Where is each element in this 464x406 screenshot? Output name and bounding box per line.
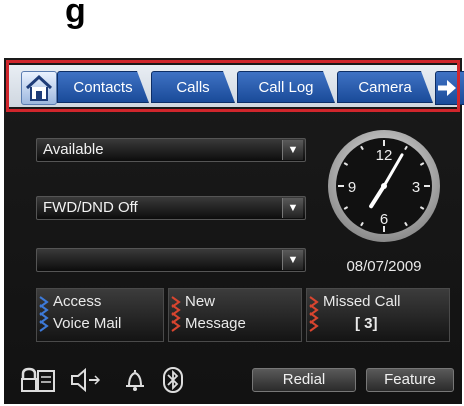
tab-contacts[interactable]: Contacts (57, 71, 149, 103)
bottom-bar: Redial Feature (10, 364, 458, 396)
softkey-line2: Message (185, 315, 246, 332)
header-glyph: g (65, 0, 86, 30)
tab-camera[interactable]: Camera (337, 71, 433, 103)
tab-call-log[interactable]: Call Log (237, 71, 335, 103)
tab-label: Camera (358, 79, 412, 96)
speaker-button[interactable] (68, 366, 104, 394)
phonebook-icon (21, 367, 55, 392)
more-tabs-button[interactable] (435, 71, 464, 105)
missed-call-button[interactable]: Missed Call [ 3] (306, 288, 450, 342)
clock-numeral: 9 (348, 179, 356, 196)
tab-label: Calls (176, 79, 210, 96)
forward-value: FWD/DND Off (43, 199, 138, 216)
bluetooth-icon (163, 367, 183, 393)
bell-icon (126, 370, 144, 391)
tab-calls[interactable]: Calls (151, 71, 235, 103)
softkey-line1: Missed Call (323, 293, 401, 310)
tab-label: Contacts (73, 79, 133, 96)
bluetooth-button[interactable] (160, 366, 186, 394)
missed-call-count: [ 3] (355, 315, 378, 332)
red-chevron-icon (171, 296, 181, 332)
softkey-line2: Voice Mail (53, 315, 122, 332)
current-date: 08/07/2009 (346, 258, 422, 275)
speaker-icon (71, 367, 101, 393)
analog-clock: 12 3 6 9 (328, 130, 440, 242)
softkey-line1: Access (53, 293, 102, 310)
red-chevron-icon (309, 296, 319, 332)
softkey-line1: New (185, 293, 216, 310)
access-voicemail-button[interactable]: Access Voice Mail (36, 288, 164, 342)
home-icon (25, 74, 53, 101)
arrow-right-icon (438, 80, 456, 96)
feature-button[interactable]: Feature (366, 368, 454, 392)
phonebook-button[interactable] (20, 366, 56, 394)
clock-numeral: 12 (376, 147, 393, 164)
dropdown-arrow-icon[interactable]: ▼ (282, 198, 303, 218)
clock-numeral: 6 (380, 211, 388, 228)
home-tab[interactable] (21, 71, 57, 105)
new-message-button[interactable]: New Message (168, 288, 302, 342)
dropdown-arrow-icon[interactable]: ▼ (282, 250, 303, 270)
dropdown-arrow-icon[interactable]: ▼ (282, 140, 303, 160)
third-dropdown[interactable]: ▼ (36, 248, 306, 272)
forward-dropdown[interactable]: FWD/DND Off ▼ (36, 196, 306, 220)
clock-numeral: 3 (412, 179, 420, 196)
ringer-button[interactable] (122, 366, 148, 394)
tab-label: Call Log (258, 79, 314, 96)
status-dropdown[interactable]: Available ▼ (36, 138, 306, 162)
status-value: Available (43, 141, 104, 158)
blue-chevron-icon (39, 296, 49, 332)
redial-button[interactable]: Redial (252, 368, 356, 392)
tab-bar: Contacts Calls Call Log Camera (9, 65, 464, 107)
